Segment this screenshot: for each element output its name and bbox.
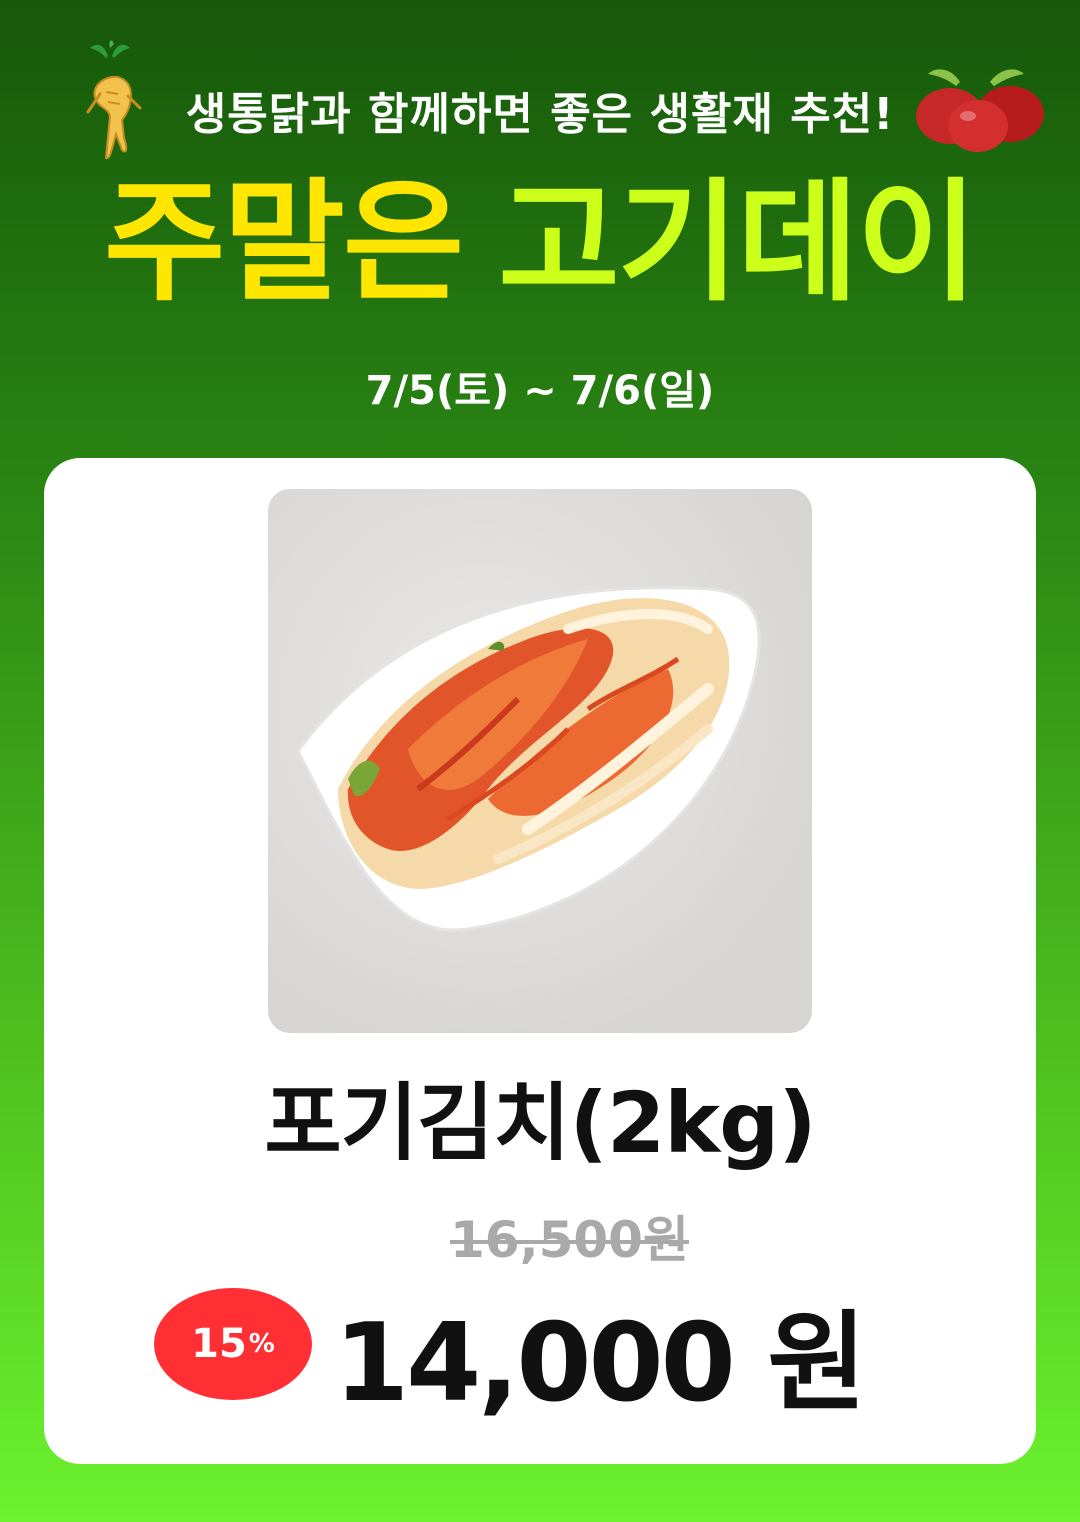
product-image: [268, 489, 812, 1033]
original-price: 16,500원: [450, 1211, 689, 1269]
kimchi-illustration: [296, 586, 761, 932]
title-part-weekend: 주말은: [103, 166, 464, 320]
product-name: 포기김치(2kg): [264, 1074, 816, 1172]
promo-poster: 생통닭과 함께하면 좋은 생활재 추천! 주말은 고기데이 7/5(토) ~ 7/…: [0, 0, 1080, 1522]
discount-badge: 15%: [154, 1288, 312, 1400]
discount-value: 15: [191, 1321, 247, 1367]
discount-unit: %: [248, 1329, 275, 1359]
sale-price: 14,000 원: [334, 1301, 867, 1426]
title-part-meat-day: 고기데이: [498, 166, 978, 320]
header-subtitle: 생통닭과 함께하면 좋은 생활재 추천!: [185, 89, 895, 140]
product-card: 포기김치(2kg) 16,500원 15% 14,000 원: [44, 458, 1036, 1464]
page-title: 주말은 고기데이: [0, 168, 1080, 318]
event-dates: 7/5(토) ~ 7/6(일): [365, 368, 715, 414]
